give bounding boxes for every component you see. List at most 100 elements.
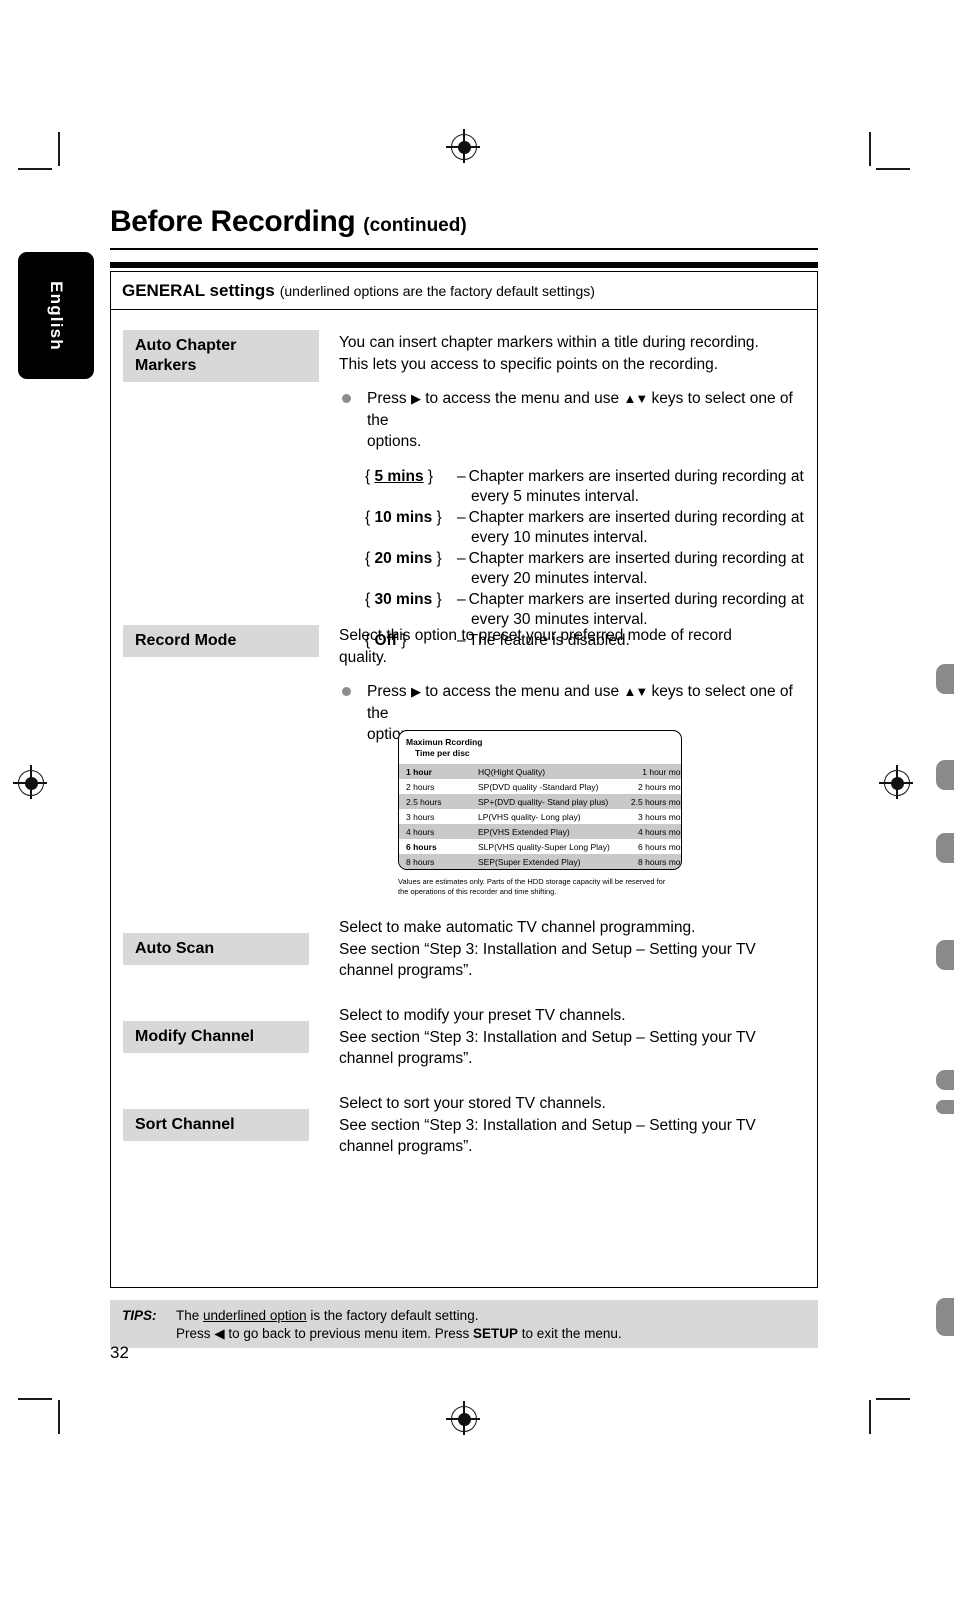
acm-option-desc: – Chapter markers are inserted during rec… bbox=[457, 508, 809, 548]
record-mode-table-box: Maximun Rcording Time per disc 1 hour HQ… bbox=[398, 730, 682, 870]
acm-bullet-press: Press bbox=[367, 390, 407, 407]
acm-bullet: Press ▶ to access the menu and use ▲▼ ke… bbox=[339, 388, 809, 453]
print-edge-bar-3 bbox=[936, 833, 954, 863]
cell-time: 4 hours bbox=[399, 824, 478, 839]
registration-mark-right bbox=[879, 765, 913, 799]
tips-line1-underlined: underlined option bbox=[203, 1308, 307, 1323]
arrow-right-icon: ▶ bbox=[410, 391, 421, 406]
setting-label-line1: Auto Chapter bbox=[135, 337, 237, 354]
sc-line2: See section “Step 3: Installation and Se… bbox=[339, 1116, 756, 1134]
acm-intro-line1: You can insert chapter markers within a … bbox=[339, 334, 759, 351]
cell-time: 8 hours bbox=[399, 854, 478, 869]
cell-time: 6 hours bbox=[406, 841, 437, 852]
cell-result: 3 hours mode bbox=[638, 811, 681, 822]
brace-close: } bbox=[436, 590, 442, 608]
setting-label-modify-channel: Modify Channel bbox=[123, 1021, 309, 1053]
acm-option-desc-l1: Chapter markers are inserted during reco… bbox=[468, 549, 804, 567]
setting-label-auto-chapter-markers: Auto Chapter Markers bbox=[123, 330, 319, 382]
brace-close: } bbox=[427, 467, 434, 485]
general-settings-header: GENERAL settings (underlined options are… bbox=[111, 272, 817, 310]
arrow-down-icon: ▼ bbox=[635, 684, 648, 699]
mc-line2: See section “Step 3: Installation and Se… bbox=[339, 1028, 756, 1046]
as-line3: channel programs”. bbox=[339, 962, 473, 979]
tips-line1-a: The bbox=[176, 1308, 204, 1323]
as-line1: Select to make automatic TV channel prog… bbox=[339, 919, 696, 936]
record-mode-table-note: Values are estimates only. Parts of the … bbox=[398, 877, 680, 896]
rm-intro-line2: quality. bbox=[339, 648, 387, 666]
brace-open: { bbox=[365, 549, 371, 567]
cell-mode: HQ(Hight Quality) bbox=[478, 764, 626, 779]
record-mode-table-wrapper: Maximun Rcording Time per disc 1 hour HQ… bbox=[398, 730, 682, 896]
record-mode-header-line1: Maximun Rcording bbox=[406, 737, 483, 747]
setting-label-record-mode: Record Mode bbox=[123, 625, 319, 657]
rm-bullet-mid: to access the menu and use bbox=[425, 683, 620, 700]
general-settings-note: (underlined options are the factory defa… bbox=[279, 282, 595, 299]
registration-mark-left bbox=[13, 765, 47, 799]
mc-line1: Select to modify your preset TV channels… bbox=[339, 1007, 626, 1024]
print-edge-bar-5 bbox=[936, 1070, 954, 1090]
record-mode-header-line2: Time per disc bbox=[415, 748, 470, 758]
acm-option-row: { 5 mins } – Chapter markers are inserted… bbox=[365, 467, 809, 507]
cell-time: 2.5 hours bbox=[399, 794, 478, 809]
brace-open: { bbox=[365, 467, 371, 485]
cell-result: 2 hours mode bbox=[638, 781, 681, 792]
acm-option-desc: – Chapter markers are inserted during rec… bbox=[457, 467, 809, 507]
setting-body-modify-channel: Select to modify your preset TV channels… bbox=[339, 1005, 819, 1070]
cell-time: 3 hours bbox=[406, 811, 435, 822]
cell-mode: SP+(DVD quality- Stand play plus) bbox=[478, 794, 626, 809]
cell-result: 2.5 hours mode bbox=[626, 794, 681, 809]
acm-option-row: { 30 mins } – Chapter markers are inserte… bbox=[365, 590, 809, 630]
arrow-left-icon: ◀ bbox=[214, 1326, 225, 1341]
tips-line-1: The underlined option is the factory def… bbox=[176, 1307, 478, 1324]
acm-option-value: 30 mins bbox=[374, 590, 433, 608]
tips-line2-c: to exit the menu. bbox=[518, 1326, 622, 1341]
table-row: 6 hours SLP(VHS quality-Super Long Play)… bbox=[399, 839, 681, 854]
acm-intro-line2: This lets you access to specific points … bbox=[339, 355, 719, 373]
crop-mark-top-left-h bbox=[18, 168, 52, 170]
arrow-right-icon: ▶ bbox=[410, 684, 421, 699]
brace-open: { bbox=[365, 590, 371, 608]
cell-mode: SLP(VHS quality-Super Long Play) bbox=[478, 841, 610, 852]
crop-mark-bottom-right-h bbox=[876, 1398, 910, 1400]
rm-intro-line1: Select this option to preset your prefer… bbox=[339, 627, 732, 644]
sc-line1: Select to sort your stored TV channels. bbox=[339, 1095, 606, 1112]
acm-option-desc-l2: every 20 minutes interval. bbox=[471, 569, 648, 587]
crop-mark-top-left-v bbox=[58, 132, 60, 166]
brace-open: { bbox=[365, 508, 371, 526]
acm-option-row: { 10 mins } – Chapter markers are inserte… bbox=[365, 508, 809, 548]
setting-body-auto-chapter-markers: You can insert chapter markers within a … bbox=[339, 332, 809, 652]
sc-line3: channel programs”. bbox=[339, 1138, 473, 1155]
dash-glyph: – bbox=[457, 590, 466, 608]
setting-body-record-mode: Select this option to preset your prefer… bbox=[339, 625, 809, 746]
cell-result: 6 hours mode bbox=[638, 841, 681, 852]
language-tab-label: English bbox=[47, 280, 66, 351]
page-title-main: Before Recording bbox=[110, 205, 356, 238]
tips-line2-b: to go back to previous menu item. Press bbox=[224, 1326, 474, 1341]
print-edge-bar-4 bbox=[936, 940, 954, 970]
tips-line-2: Press ◀ to go back to previous menu item… bbox=[176, 1325, 622, 1342]
crop-mark-top-right-v bbox=[869, 132, 871, 166]
cell-time: 1 hour bbox=[399, 764, 478, 779]
cell-result: 1 hour mode bbox=[626, 764, 681, 779]
acm-option-key: { 5 mins } bbox=[365, 467, 457, 507]
brace-close: } bbox=[436, 508, 442, 526]
print-edge-bar-6 bbox=[936, 1100, 954, 1114]
setting-label-auto-scan: Auto Scan bbox=[123, 933, 309, 965]
registration-mark-top bbox=[446, 129, 480, 163]
print-edge-bar-7 bbox=[936, 1298, 954, 1336]
setting-body-sort-channel: Select to sort your stored TV channels. … bbox=[339, 1093, 819, 1158]
mc-line3: channel programs”. bbox=[339, 1050, 473, 1067]
setting-label-line2: Markers bbox=[135, 357, 197, 374]
dash-glyph: – bbox=[457, 467, 466, 485]
title-divider bbox=[110, 248, 818, 250]
general-settings-title: GENERAL settings bbox=[122, 280, 275, 300]
crop-mark-bottom-left-h bbox=[18, 1398, 52, 1400]
tips-setup-key: SETUP bbox=[473, 1326, 519, 1341]
tips-label: TIPS: bbox=[122, 1308, 157, 1323]
acm-option-value: 5 mins bbox=[374, 467, 424, 485]
cell-mode: EP(VHS Extended Play) bbox=[478, 824, 626, 839]
rm-bullet-press: Press bbox=[367, 683, 407, 700]
record-mode-note-line2: the operations of this recorder and time… bbox=[398, 886, 557, 896]
cell-mode: LP(VHS quality- Long play) bbox=[478, 811, 581, 822]
table-row: 2.5 hours SP+(DVD quality- Stand play pl… bbox=[399, 794, 681, 809]
